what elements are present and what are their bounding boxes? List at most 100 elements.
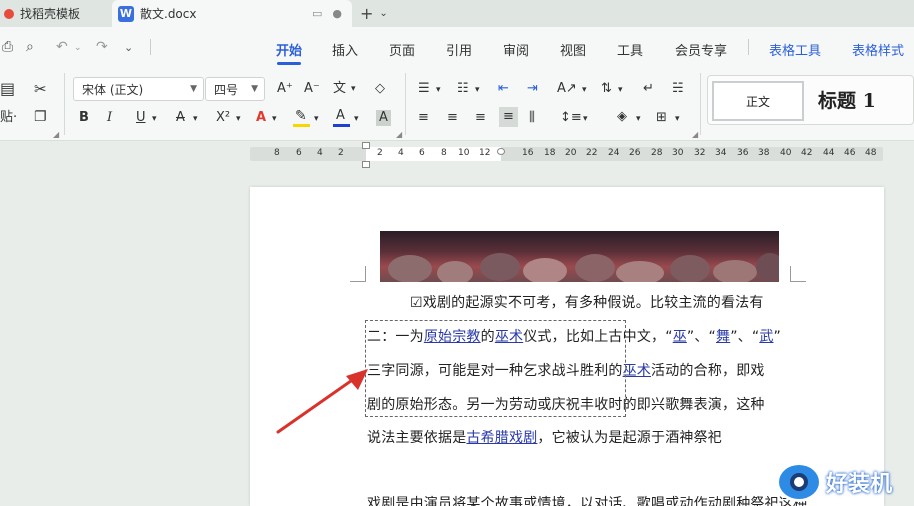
divider — [748, 39, 749, 55]
undo-icon[interactable]: ↶ — [56, 39, 68, 55]
ruler-tick-label: 46 — [844, 148, 856, 158]
justify-icon[interactable]: ≡ — [499, 107, 518, 127]
text-effect-button[interactable]: A — [256, 110, 266, 126]
right-indent-marker[interactable] — [497, 148, 505, 155]
align-right-icon[interactable]: ≡ — [475, 110, 486, 126]
redo-icon[interactable]: ↷ — [96, 39, 108, 55]
paste-icon[interactable]: ▤ — [0, 81, 15, 97]
ribbon-toolbar: ▤ 贴· ✂ ❐ ◢ 宋体 (正文) ▼ 四号 ▼ A⁺ A⁻ 文 ▾ ◇ B … — [0, 67, 914, 141]
chevron-down-icon[interactable]: ▾ — [152, 111, 157, 127]
increase-indent-icon[interactable]: ⇥ — [527, 81, 538, 97]
text-frame-selection[interactable] — [365, 320, 626, 417]
new-tab-button[interactable]: + ⌄ — [360, 0, 388, 27]
banner-image[interactable] — [380, 231, 779, 282]
divider — [405, 73, 406, 135]
menu-insert[interactable]: 插入 — [332, 40, 358, 59]
chevron-down-icon[interactable]: ▾ — [582, 82, 587, 98]
hyperlink-wu[interactable]: 巫 — [673, 329, 687, 345]
superscript-button[interactable]: X² — [216, 110, 230, 126]
chevron-down-icon[interactable]: ▾ — [583, 111, 588, 127]
chevron-down-icon[interactable]: ▾ — [351, 81, 356, 97]
chevron-down-icon[interactable]: ▾ — [354, 111, 359, 127]
ruler-tick-label: 34 — [715, 148, 727, 158]
tab-document[interactable]: W 散文.docx ▭ ● — [112, 0, 352, 27]
chevron-down-icon[interactable]: ▾ — [436, 82, 441, 98]
paste-label[interactable]: 贴· — [0, 110, 17, 126]
menu-start[interactable]: 开始 — [276, 40, 302, 59]
border-icon[interactable]: ⊞ — [656, 110, 667, 126]
phonetic-guide-icon[interactable]: 文 — [333, 81, 346, 97]
chevron-down-icon[interactable]: ▾ — [272, 111, 277, 127]
sort-icon[interactable]: ⇅ — [601, 81, 612, 97]
ruler-tick-label: 36 — [737, 148, 749, 158]
decrease-indent-icon[interactable]: ⇤ — [498, 81, 509, 97]
font-color-button[interactable]: A — [336, 108, 345, 124]
shading-icon[interactable]: ◈ — [617, 109, 627, 125]
align-center-icon[interactable]: ≡ — [447, 110, 458, 126]
underline-button[interactable]: U — [136, 110, 146, 126]
italic-button[interactable]: I — [107, 110, 112, 126]
chevron-down-icon[interactable]: ▾ — [193, 111, 198, 127]
copy-icon[interactable]: ❐ — [34, 109, 47, 125]
text-direction-icon[interactable]: A↗ — [557, 81, 577, 97]
numbered-list-icon[interactable]: ☷ — [457, 81, 469, 97]
strikethrough-button[interactable]: A — [176, 110, 185, 126]
divider — [700, 73, 701, 135]
show-marks-icon[interactable]: ↵ — [643, 81, 654, 97]
chevron-down-icon[interactable]: ▾ — [675, 111, 680, 127]
cut-icon[interactable]: ✂ — [34, 81, 47, 97]
font-name-select[interactable]: 宋体 (正文) ▼ — [73, 77, 204, 101]
shrink-font-icon[interactable]: A⁻ — [304, 81, 320, 97]
bullet-list-icon[interactable]: ☰ — [418, 81, 430, 97]
chevron-down-icon[interactable]: ▾ — [475, 82, 480, 98]
ruler-tick-label: 2 — [377, 148, 383, 158]
menu-table-tools[interactable]: 表格工具 — [769, 40, 821, 59]
chevron-down-icon[interactable]: ▾ — [636, 111, 641, 127]
distribute-icon[interactable]: ⫼ — [529, 110, 535, 126]
line-spacing-icon[interactable]: ↕≡ — [560, 110, 582, 126]
text-run: ” — [773, 329, 781, 345]
first-line-indent-marker[interactable] — [362, 142, 370, 149]
ruler-tick-label: 16 — [522, 148, 534, 158]
undo-dropdown-icon[interactable]: ⌄ — [74, 43, 82, 53]
annotation-arrow-icon — [276, 369, 368, 434]
banner-crowd-art — [388, 253, 779, 282]
divider — [64, 73, 65, 135]
unsaved-dot-icon[interactable]: ● — [332, 7, 342, 20]
ruler-tick-label: 12 — [479, 148, 491, 158]
style-heading1-button[interactable]: 标题 1 — [818, 86, 876, 113]
tab-templates[interactable]: 找稻壳模板 — [0, 0, 108, 27]
menu-review[interactable]: 审阅 — [503, 40, 529, 59]
menu-table-style[interactable]: 表格样式 — [852, 40, 904, 59]
char-shading-button[interactable]: A — [376, 110, 391, 126]
font-size-select[interactable]: 四号 ▼ — [205, 77, 265, 101]
bold-button[interactable]: B — [79, 110, 89, 126]
hyperlink-witchcraft[interactable]: 巫术 — [623, 363, 651, 379]
print-preview-icon[interactable]: ⌕ — [26, 39, 34, 55]
menu-view[interactable]: 视图 — [560, 40, 586, 59]
table-lines-icon[interactable]: ☵ — [672, 81, 684, 97]
align-left-icon[interactable]: ≡ — [418, 110, 429, 126]
clear-format-icon[interactable]: ◇ — [375, 81, 385, 97]
hyperlink-martial[interactable]: 武 — [759, 329, 773, 345]
chevron-down-icon[interactable]: ▾ — [314, 111, 319, 127]
style-normal-button[interactable]: 正文 — [712, 81, 804, 121]
chevron-down-icon[interactable]: ▾ — [236, 111, 241, 127]
ruler-tick-label: 48 — [865, 148, 877, 158]
text-run: 说法主要依据是 — [367, 430, 467, 446]
ruler-tick-label: 8 — [274, 148, 280, 158]
monitor-icon[interactable]: ▭ — [312, 7, 322, 20]
menu-member[interactable]: 会员专享 — [675, 40, 727, 59]
menu-tools[interactable]: 工具 — [617, 40, 643, 59]
highlight-icon[interactable]: ✎ — [295, 108, 307, 124]
more-chevron-icon[interactable]: ⌄ — [124, 41, 133, 54]
menu-reference[interactable]: 引用 — [446, 40, 472, 59]
left-indent-marker[interactable] — [362, 161, 370, 168]
grow-font-icon[interactable]: A⁺ — [277, 81, 293, 97]
text-run: ，它被认为是起源于酒神祭祀 — [537, 430, 723, 446]
print-icon[interactable]: ⎙ — [2, 39, 13, 55]
hyperlink-greek-drama[interactable]: 古希腊戏剧 — [466, 430, 537, 446]
hyperlink-dance[interactable]: 舞 — [716, 329, 730, 345]
menu-page[interactable]: 页面 — [389, 40, 415, 59]
chevron-down-icon[interactable]: ▾ — [618, 82, 623, 98]
